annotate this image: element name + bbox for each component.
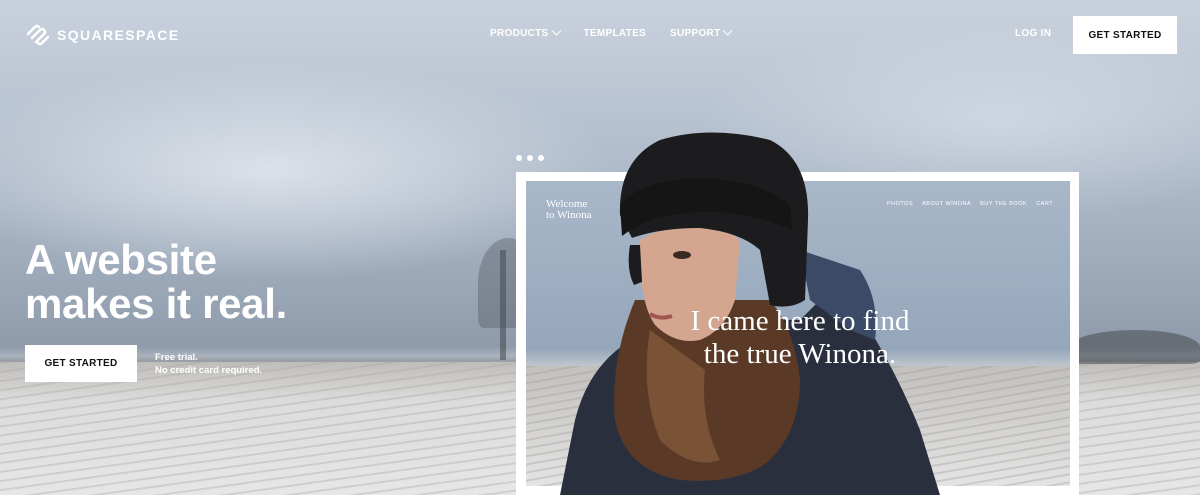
woman-photo <box>560 132 940 495</box>
preview-quote: I came here to find the true Winona. <box>670 305 930 371</box>
preview-quote-line-2: the true Winona. <box>703 338 897 370</box>
preview-nav-photos: PHOTOS <box>887 201 914 207</box>
preview-title-line-2: to Winona <box>546 209 592 221</box>
preview-site-title: Welcome to Winona <box>546 199 592 221</box>
preview-nav: PHOTOS ABOUT WINONA BUY THE BOOK CART <box>887 201 1053 207</box>
preview-nav-about: ABOUT WINONA <box>922 201 972 207</box>
preview-nav-book: BUY THE BOOK <box>980 201 1028 207</box>
preview-nav-cart: CART <box>1036 201 1054 207</box>
preview-quote-line-1: I came here to find <box>690 305 910 337</box>
hero-section: SQUARESPACE PRODUCTS TEMPLATES SUPPORT L… <box>0 0 1200 495</box>
